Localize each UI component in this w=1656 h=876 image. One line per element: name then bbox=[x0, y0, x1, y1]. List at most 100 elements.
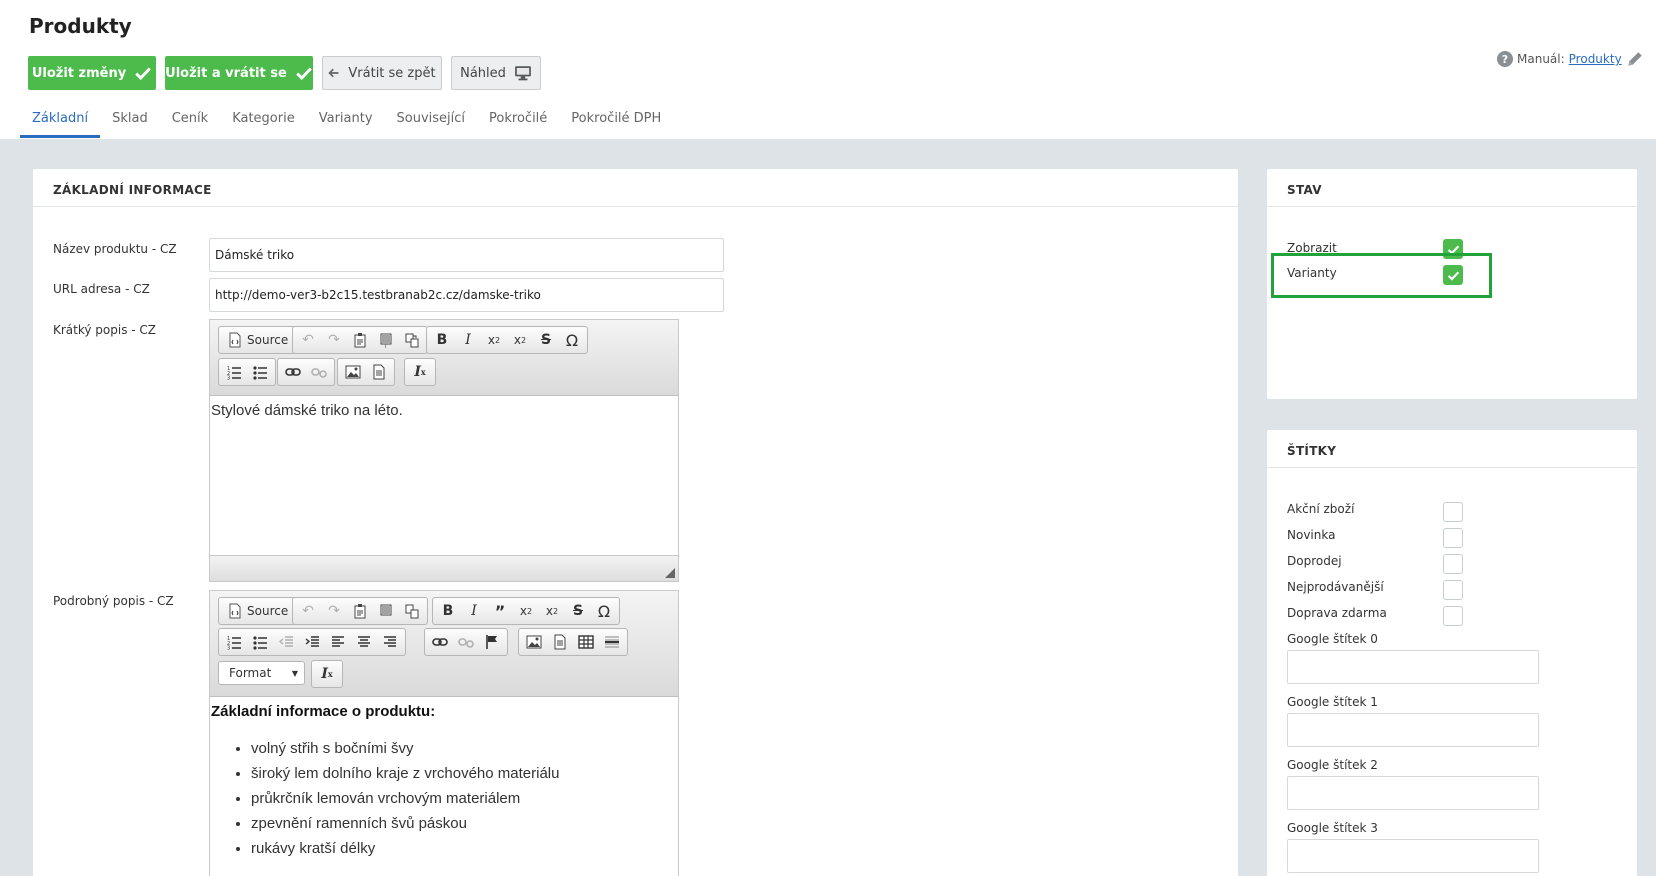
subscript-icon[interactable]: x2 bbox=[481, 328, 507, 352]
product-name-label: Název produktu - CZ bbox=[53, 242, 177, 256]
tab-cenik[interactable]: Ceník bbox=[160, 108, 220, 138]
special-char-icon[interactable]: Ω bbox=[591, 599, 617, 623]
toolbar-group-insert bbox=[518, 628, 628, 656]
preview-button[interactable]: Náhled bbox=[451, 56, 541, 90]
align-center-icon[interactable] bbox=[351, 630, 377, 654]
google-tag-2-input[interactable] bbox=[1287, 776, 1539, 810]
table-icon[interactable] bbox=[573, 630, 599, 654]
remove-format-icon[interactable]: Ix bbox=[407, 360, 433, 384]
format-select[interactable]: Format ▼ bbox=[218, 661, 305, 685]
long-description-editor: Source ↶ ↷ B I ” x2 x2 S Ω 123 Format ▼ … bbox=[209, 590, 679, 876]
numbered-list-icon[interactable]: 123 bbox=[221, 630, 247, 654]
save-and-return-button[interactable]: Uložit a vrátit se bbox=[165, 56, 313, 90]
remove-format-icon[interactable]: Ix bbox=[314, 662, 340, 686]
google-tag-3-label: Google štítek 3 bbox=[1287, 821, 1378, 835]
paste-word-icon[interactable] bbox=[399, 328, 425, 352]
status-panel: STAV Zobrazit Varianty bbox=[1267, 169, 1637, 399]
google-tag-1-input[interactable] bbox=[1287, 713, 1539, 747]
editor-footer bbox=[210, 555, 678, 581]
manual-link-area: ? Manuál: Produkty bbox=[1497, 51, 1622, 67]
tag-label-doprava-zdarma: Doprava zdarma bbox=[1287, 606, 1387, 620]
source-icon bbox=[229, 332, 241, 348]
align-right-icon[interactable] bbox=[377, 630, 403, 654]
anchor-flag-icon[interactable] bbox=[479, 630, 505, 654]
toolbar-group-document: Source bbox=[218, 326, 298, 354]
tag-checkbox-nejprodavanejsi[interactable] bbox=[1443, 580, 1463, 600]
source-button[interactable]: Source bbox=[221, 599, 294, 623]
back-button[interactable]: Vrátit se zpět bbox=[322, 56, 442, 90]
source-icon bbox=[229, 603, 241, 619]
paste-word-icon[interactable] bbox=[399, 599, 425, 623]
unlink-icon[interactable] bbox=[453, 630, 479, 654]
tag-checkbox-novinka[interactable] bbox=[1443, 528, 1463, 548]
tab-kategorie[interactable]: Kategorie bbox=[220, 108, 307, 138]
horizontal-line-icon[interactable] bbox=[599, 630, 625, 654]
source-button[interactable]: Source bbox=[221, 328, 294, 352]
tab-pokrocile[interactable]: Pokročilé bbox=[477, 108, 559, 138]
numbered-list-icon[interactable]: 123 bbox=[221, 360, 247, 384]
google-tag-0-input[interactable] bbox=[1287, 650, 1539, 684]
save-button[interactable]: Uložit změny bbox=[28, 56, 156, 90]
link-icon[interactable] bbox=[280, 360, 306, 384]
paste-icon[interactable] bbox=[347, 328, 373, 352]
superscript-icon[interactable]: x2 bbox=[539, 599, 565, 623]
pencil-icon[interactable] bbox=[1626, 50, 1644, 68]
list-item: průkrčník lemován vrchovým materiálem bbox=[251, 786, 677, 811]
caret-down-icon: ▼ bbox=[291, 668, 298, 678]
document-icon[interactable] bbox=[547, 630, 573, 654]
tag-label-nejprodavanejsi: Nejprodávanější bbox=[1287, 580, 1384, 594]
strikethrough-icon[interactable]: S bbox=[565, 599, 591, 623]
bulleted-list-icon[interactable] bbox=[247, 630, 273, 654]
undo-icon[interactable]: ↶ bbox=[295, 599, 321, 623]
undo-icon[interactable]: ↶ bbox=[295, 328, 321, 352]
tab-pokrocile-dph[interactable]: Pokročilé DPH bbox=[559, 108, 673, 138]
italic-icon[interactable]: I bbox=[455, 328, 481, 352]
redo-icon[interactable]: ↷ bbox=[321, 599, 347, 623]
outdent-icon[interactable] bbox=[273, 630, 299, 654]
special-char-icon[interactable]: Ω bbox=[559, 328, 585, 352]
tab-zakladni[interactable]: Základní bbox=[20, 108, 101, 138]
align-left-icon[interactable] bbox=[325, 630, 351, 654]
link-icon[interactable] bbox=[427, 630, 453, 654]
indent-icon[interactable] bbox=[299, 630, 325, 654]
tab-souvisejici[interactable]: Související bbox=[385, 108, 478, 138]
list-item: široký lem dolního kraje z vrchového mat… bbox=[251, 761, 677, 786]
image-icon[interactable] bbox=[521, 630, 547, 654]
unlink-icon[interactable] bbox=[306, 360, 332, 384]
back-button-label: Vrátit se zpět bbox=[348, 65, 436, 81]
monitor-icon bbox=[515, 66, 531, 81]
blockquote-icon[interactable]: ” bbox=[487, 599, 513, 623]
short-description-editor: Source ↶ ↷ T B I x2 x2 S Ω 123 I x Stylo… bbox=[209, 319, 679, 582]
product-name-input[interactable]: Dámské triko bbox=[209, 238, 724, 272]
subscript-icon[interactable]: x2 bbox=[513, 599, 539, 623]
url-input[interactable]: http://demo-ver3-b2c15.testbranab2c.cz/d… bbox=[209, 278, 724, 312]
paste-text-icon[interactable]: T bbox=[373, 328, 399, 352]
redo-icon[interactable]: ↷ bbox=[321, 328, 347, 352]
google-tag-3-input[interactable] bbox=[1287, 839, 1539, 873]
tag-checkbox-doprodej[interactable] bbox=[1443, 554, 1463, 574]
bold-icon[interactable]: B bbox=[429, 328, 455, 352]
basic-info-panel: ZÁKLADNÍ INFORMACE Název produktu - CZ D… bbox=[33, 169, 1238, 876]
source-label: Source bbox=[247, 604, 289, 618]
italic-icon[interactable]: I bbox=[461, 599, 487, 623]
resize-handle-icon[interactable] bbox=[665, 568, 675, 578]
paste-icon[interactable] bbox=[347, 599, 373, 623]
tab-sklad[interactable]: Sklad bbox=[100, 108, 160, 138]
editor-toolbar: Source ↶ ↷ B I ” x2 x2 S Ω 123 Format ▼ … bbox=[210, 591, 678, 697]
superscript-icon[interactable]: x2 bbox=[507, 328, 533, 352]
paste-text-icon[interactable] bbox=[373, 599, 399, 623]
short-description-content[interactable]: Stylové dámské triko na léto. bbox=[210, 396, 678, 556]
tab-bar: Základní Sklad Ceník Kategorie Varianty … bbox=[20, 108, 673, 138]
tag-checkbox-akcni-zbozi[interactable] bbox=[1443, 502, 1463, 522]
long-description-content[interactable]: Základní informace o produktu: volný stř… bbox=[210, 697, 678, 876]
document-icon[interactable] bbox=[366, 360, 392, 384]
toolbar-group-format: Ix bbox=[404, 358, 436, 386]
manual-link[interactable]: Produkty bbox=[1569, 52, 1622, 66]
toolbar-group-basic-styles: B I ” x2 x2 S Ω bbox=[432, 597, 620, 625]
tab-varianty[interactable]: Varianty bbox=[307, 108, 385, 138]
image-icon[interactable] bbox=[340, 360, 366, 384]
bold-icon[interactable]: B bbox=[435, 599, 461, 623]
bulleted-list-icon[interactable] bbox=[247, 360, 273, 384]
tag-checkbox-doprava-zdarma[interactable] bbox=[1443, 606, 1463, 626]
strikethrough-icon[interactable]: S bbox=[533, 328, 559, 352]
